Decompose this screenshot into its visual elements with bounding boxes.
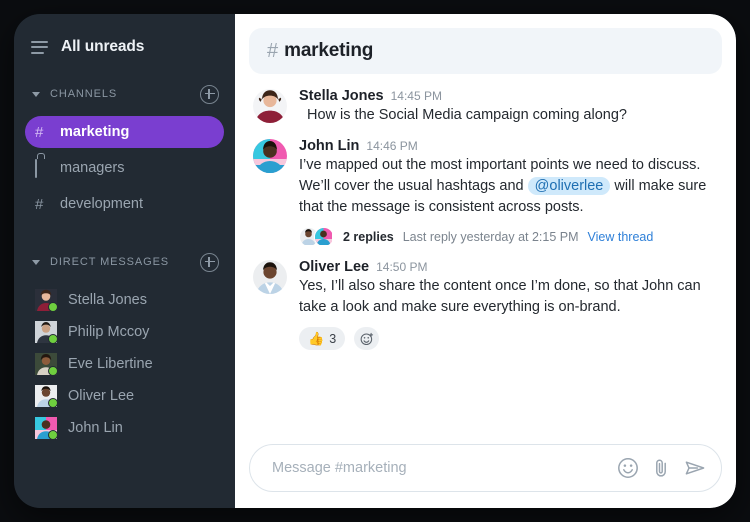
message-item: Stella Jones 14:45 PM How is the Social … — [253, 88, 718, 126]
sidebar: All unreads CHANNELS # marketing manager… — [14, 14, 235, 508]
dm-section-header[interactable]: DIRECT MESSAGES — [14, 248, 235, 276]
hamburger-icon[interactable] — [31, 40, 48, 54]
reaction-bar: 👍 3 — [299, 327, 718, 350]
status-badge-online — [48, 430, 58, 440]
avatar — [35, 353, 58, 376]
message-timestamp: 14:50 PM — [376, 260, 428, 274]
channels-section-title: CHANNELS — [50, 88, 118, 100]
message-composer[interactable] — [249, 444, 722, 492]
view-thread-link[interactable]: View thread — [588, 230, 654, 244]
avatar — [35, 321, 58, 344]
channel-label: marketing — [60, 124, 130, 140]
channel-header: # marketing — [249, 28, 722, 74]
message-list: Stella Jones 14:45 PM How is the Social … — [249, 74, 722, 444]
message-text: How is the Social Media campaign coming … — [307, 107, 627, 123]
sidebar-item-marketing[interactable]: # marketing — [25, 116, 224, 148]
main-panel: # marketing Stella Jones 14:45 PM How is… — [235, 14, 736, 508]
avatar — [253, 260, 287, 294]
status-badge-online — [48, 366, 58, 376]
status-badge-online — [48, 334, 58, 344]
avatar — [253, 89, 287, 123]
message-author: John Lin — [299, 138, 360, 154]
message-text: Yes, I’ll also share the content once I’… — [299, 278, 701, 315]
channel-label: development — [60, 196, 144, 212]
app-window: All unreads CHANNELS # marketing manager… — [14, 14, 736, 508]
emoji-icon[interactable] — [617, 457, 639, 479]
chevron-down-icon[interactable] — [32, 259, 40, 265]
chevron-down-icon[interactable] — [32, 91, 40, 97]
channel-list: # marketing managers # development — [14, 116, 235, 220]
avatar — [35, 385, 58, 408]
thread-summary[interactable]: 2 replies Last reply yesterday at 2:15 P… — [299, 227, 718, 247]
message-item: Oliver Lee 14:50 PM Yes, I’ll also share… — [253, 259, 718, 350]
avatar — [35, 417, 58, 440]
hash-icon: # — [35, 123, 44, 141]
reaction-count: 3 — [329, 331, 337, 346]
sidebar-item-eve-libertine[interactable]: Eve Libertine — [25, 348, 224, 380]
avatar — [35, 289, 58, 312]
dm-label: Oliver Lee — [68, 388, 135, 404]
sidebar-item-stella-jones[interactable]: Stella Jones — [25, 284, 224, 316]
sidebar-item-john-lin[interactable]: John Lin — [25, 412, 224, 444]
dm-section-title: DIRECT MESSAGES — [50, 256, 170, 268]
hash-icon: # — [267, 40, 279, 62]
send-icon[interactable] — [683, 456, 707, 480]
message-text: I’ve mapped out the most important point… — [299, 155, 718, 218]
dm-list: Stella Jones Philip Mccoy Eve Libertine … — [14, 284, 235, 444]
dm-label: Philip Mccoy — [68, 324, 150, 340]
thread-last-reply: Last reply yesterday at 2:15 PM — [402, 230, 579, 244]
add-channel-button[interactable] — [200, 84, 219, 104]
composer-area — [249, 444, 722, 508]
all-unreads-label: All unreads — [61, 38, 145, 55]
message-author: Stella Jones — [299, 88, 384, 104]
dm-label: Eve Libertine — [68, 356, 153, 372]
thumbsup-icon: 👍 — [308, 331, 325, 346]
reaction-thumbsup[interactable]: 👍 3 — [299, 327, 346, 350]
avatar — [314, 227, 334, 247]
channel-label: managers — [60, 160, 125, 176]
mention-oliverlee[interactable]: @oliverlee — [527, 177, 611, 195]
sidebar-header[interactable]: All unreads — [14, 14, 235, 58]
sidebar-item-development[interactable]: # development — [25, 188, 224, 220]
dm-label: John Lin — [68, 420, 123, 436]
message-timestamp: 14:45 PM — [390, 89, 442, 103]
message-timestamp: 14:46 PM — [366, 139, 418, 153]
dm-label: Stella Jones — [68, 292, 147, 308]
paperclip-icon[interactable] — [650, 457, 672, 479]
hash-icon: # — [35, 195, 44, 213]
message-input[interactable] — [270, 459, 617, 477]
thread-participants — [299, 227, 334, 247]
status-badge-online — [48, 302, 58, 312]
message-author: Oliver Lee — [299, 259, 370, 275]
add-dm-button[interactable] — [200, 252, 219, 272]
lock-icon — [35, 158, 55, 178]
composer-actions — [617, 456, 707, 480]
sidebar-item-philip-mccoy[interactable]: Philip Mccoy — [25, 316, 224, 348]
sidebar-item-oliver-lee[interactable]: Oliver Lee — [25, 380, 224, 412]
sidebar-item-managers[interactable]: managers — [25, 152, 224, 184]
avatar — [253, 139, 287, 173]
page-title: marketing — [284, 40, 374, 61]
status-badge-online — [48, 398, 58, 408]
channels-section-header[interactable]: CHANNELS — [14, 80, 235, 108]
message-item: John Lin 14:46 PM I’ve mapped out the mo… — [253, 138, 718, 247]
add-reaction-icon[interactable] — [354, 327, 380, 350]
thread-reply-count: 2 replies — [343, 230, 394, 244]
